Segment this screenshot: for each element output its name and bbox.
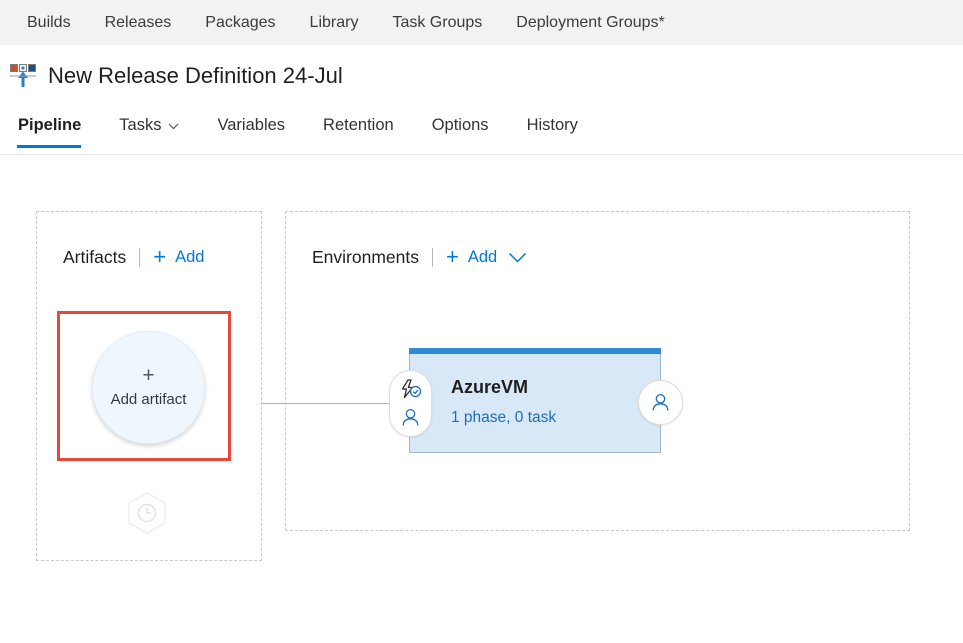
tab-options[interactable]: Options [428, 112, 505, 148]
page-header: New Release Definition 24-Jul [0, 62, 343, 90]
person-icon[interactable] [400, 407, 421, 428]
release-definition-icon [8, 62, 38, 90]
plus-icon: + [446, 244, 459, 269]
nav-releases[interactable]: Releases [88, 0, 189, 45]
tab-retention-label: Retention [323, 116, 394, 134]
artifacts-header: Artifacts + Add [63, 246, 204, 268]
tab-variables-label: Variables [217, 116, 286, 134]
add-artifact-node-label: Add artifact [110, 390, 187, 408]
page-title: New Release Definition 24-Jul [48, 63, 343, 88]
tab-pipeline[interactable]: Pipeline [14, 112, 97, 148]
environment-phase-task-summary[interactable]: 1 phase, 0 task [451, 409, 556, 427]
nav-deployment-groups[interactable]: Deployment Groups* [499, 0, 682, 45]
pre-deployment-conditions-pill[interactable] [389, 370, 432, 437]
tab-retention[interactable]: Retention [319, 112, 410, 148]
definition-tabs: Pipeline Tasks Variables Retention Optio… [0, 112, 963, 155]
nav-builds[interactable]: Builds [10, 0, 88, 45]
tab-variables[interactable]: Variables [213, 112, 301, 148]
person-icon [650, 392, 671, 413]
top-navigation-bar: Builds Releases Packages Library Task Gr… [0, 0, 963, 45]
tab-history[interactable]: History [523, 112, 594, 148]
environments-title: Environments [312, 246, 419, 267]
lightning-check-icon[interactable] [400, 379, 422, 399]
nav-library[interactable]: Library [293, 0, 376, 45]
nav-task-groups[interactable]: Task Groups [375, 0, 499, 45]
add-artifact-node[interactable]: + Add artifact [92, 331, 205, 444]
environment-card-status-bar [409, 348, 661, 354]
nav-packages[interactable]: Packages [188, 0, 292, 45]
tab-pipeline-label: Pipeline [18, 116, 82, 134]
environments-divider [432, 247, 433, 267]
tab-options-label: Options [431, 116, 489, 134]
schedule-trigger-hexagon[interactable] [125, 491, 169, 535]
add-environment-button[interactable]: + Add [446, 246, 497, 268]
tab-history-label: History [526, 116, 578, 134]
environment-card-azurevm[interactable]: AzureVM 1 phase, 0 task [409, 348, 661, 453]
add-artifact-label: Add [175, 247, 205, 266]
environment-name: AzureVM [451, 377, 529, 397]
post-deployment-approvals-button[interactable] [638, 380, 683, 425]
add-artifact-button[interactable]: + Add [153, 246, 204, 268]
tab-tasks[interactable]: Tasks [115, 112, 195, 148]
chevron-down-icon [168, 116, 179, 135]
add-environment-label: Add [467, 247, 498, 266]
add-environment-chevron-down-icon[interactable] [508, 252, 527, 263]
environments-header: Environments + Add [312, 246, 527, 268]
plus-icon: + [153, 244, 167, 269]
plus-icon: + [142, 363, 155, 387]
tab-tasks-label: Tasks [119, 116, 162, 134]
artifacts-divider [139, 247, 141, 267]
artifacts-title: Artifacts [63, 246, 127, 267]
